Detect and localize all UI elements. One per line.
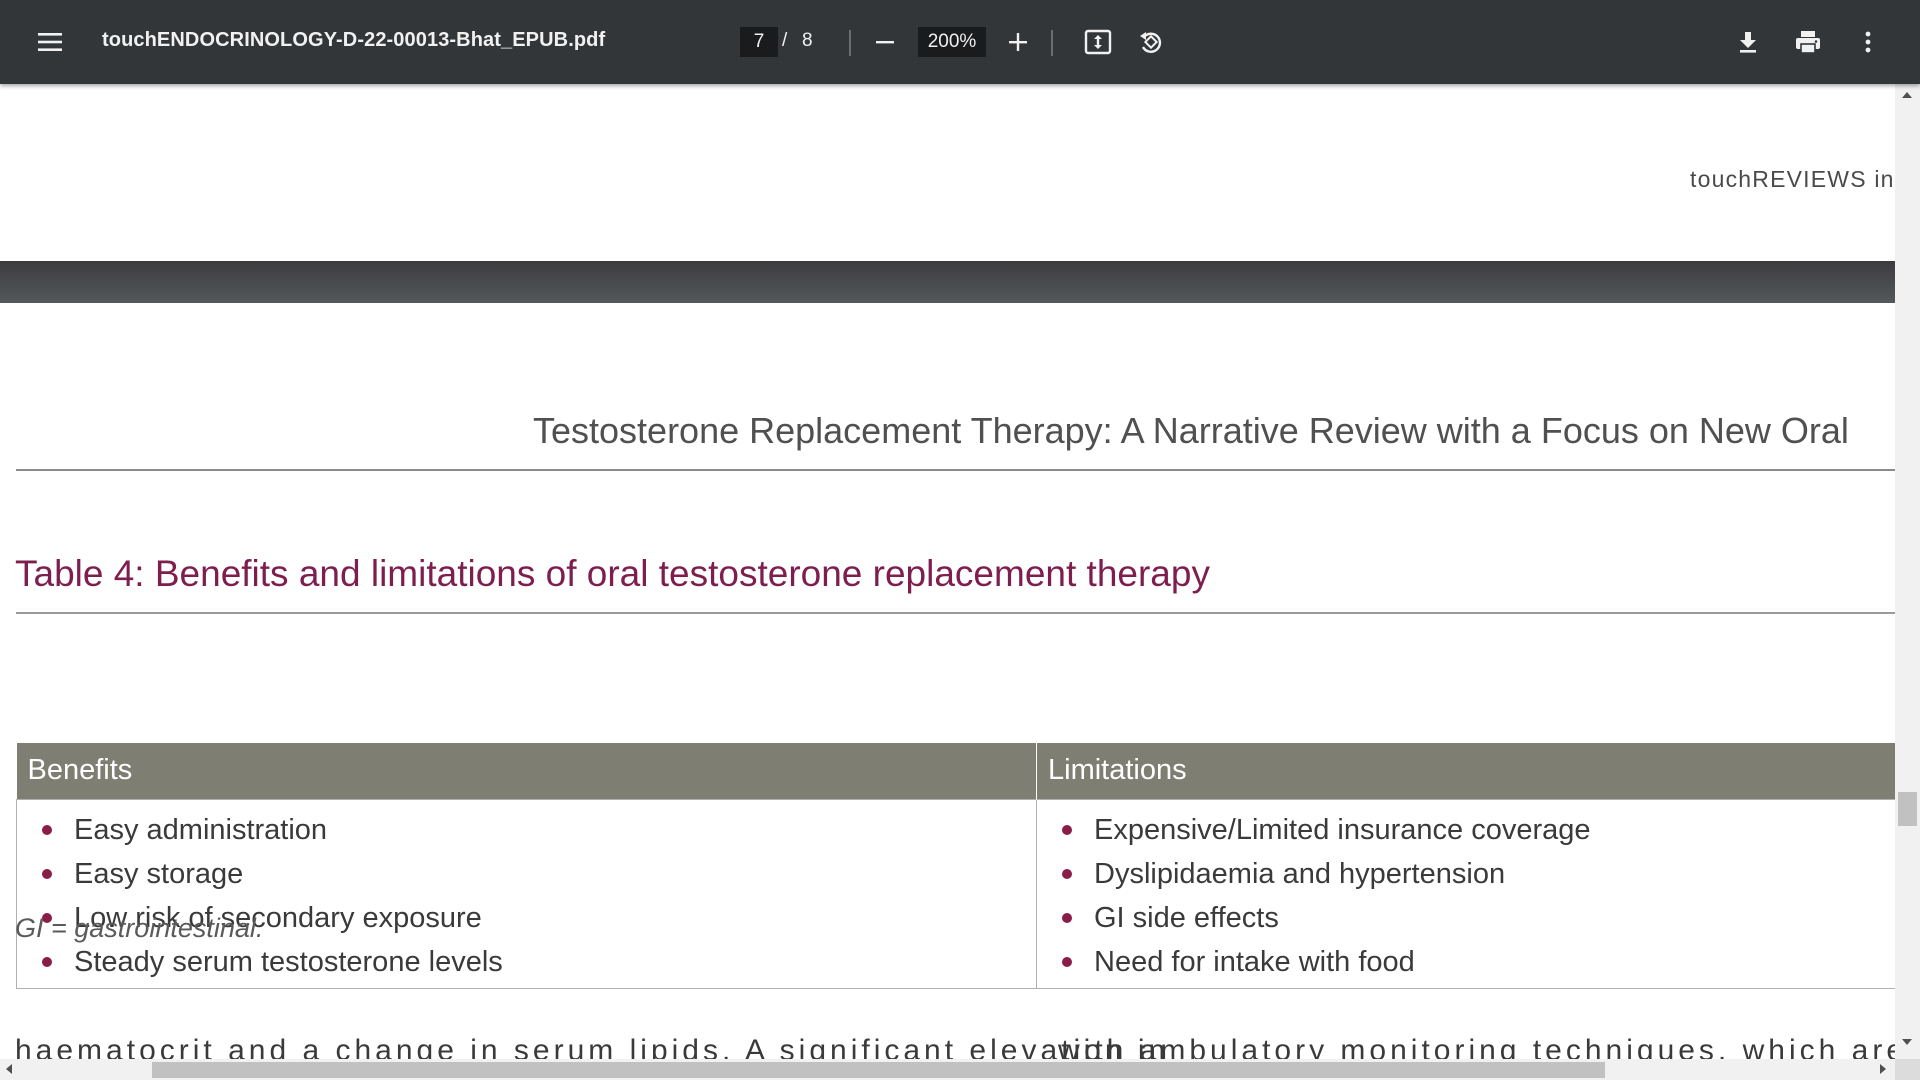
benefits-limitations-table: Benefits Limitations Easy administration…: [16, 743, 1895, 989]
page-header-band: [0, 261, 1895, 303]
bullet-icon: [42, 868, 52, 879]
table-title: Table 4: Benefits and limitations of ora…: [15, 553, 1210, 594]
benefits-cell: Easy administration Easy storage Low ris…: [16, 798, 1037, 989]
menu-icon[interactable]: [30, 22, 70, 62]
list-item: Expensive/Limited insurance coverage: [1037, 808, 1895, 852]
more-options-icon[interactable]: [1848, 22, 1888, 62]
column-header-benefits: Benefits: [16, 743, 1037, 799]
bullet-icon: [1062, 956, 1072, 967]
bullet-icon: [1062, 912, 1072, 923]
bullet-icon: [42, 824, 52, 835]
toolbar-divider: [849, 30, 851, 56]
list-item: Need for intake with food: [1037, 940, 1895, 984]
zoom-level-input[interactable]: 200%: [918, 27, 986, 57]
list-item: GI side effects: [1037, 896, 1895, 940]
list-item: Easy administration: [17, 808, 1036, 852]
scroll-down-icon[interactable]: [1902, 1039, 1912, 1045]
table-title-rule: [16, 612, 1895, 614]
zoom-out-icon[interactable]: [865, 22, 905, 62]
list-item: Steady serum testosterone levels: [17, 940, 1036, 984]
file-name: touchENDOCRINOLOGY-D-22-00013-Bhat_EPUB.…: [102, 29, 606, 51]
page-total: 8: [802, 30, 813, 51]
bullet-icon: [1062, 868, 1072, 879]
column-header-limitations: Limitations: [1036, 743, 1895, 799]
bullet-icon: [1062, 824, 1072, 835]
table-footnote: GI = gastrointestinal.: [15, 913, 264, 943]
limitations-list: Expensive/Limited insurance coverage Dys…: [1037, 808, 1895, 984]
zoom-in-icon[interactable]: [998, 22, 1038, 62]
print-icon[interactable]: [1788, 22, 1828, 62]
benefits-list: Easy administration Easy storage Low ris…: [17, 808, 1036, 984]
limitations-cell: Expensive/Limited insurance coverage Dys…: [1036, 798, 1895, 989]
pdf-toolbar: touchENDOCRINOLOGY-D-22-00013-Bhat_EPUB.…: [0, 0, 1920, 84]
list-item: Dyslipidaemia and hypertension: [1037, 852, 1895, 896]
horizontal-scrollbar[interactable]: [0, 1059, 1895, 1080]
journal-header-text: touchREVIEWS in: [1690, 166, 1895, 192]
scroll-left-icon[interactable]: [6, 1064, 12, 1074]
fit-page-icon[interactable]: [1078, 22, 1118, 62]
page-separator: /: [782, 30, 788, 51]
horizontal-scroll-thumb[interactable]: [152, 1062, 1605, 1078]
vertical-scroll-thumb[interactable]: [1898, 792, 1917, 826]
scrollbar-corner: [1895, 1059, 1920, 1080]
title-rule: [16, 469, 1895, 471]
running-title: Testosterone Replacement Therapy: A Narr…: [533, 410, 1849, 451]
toolbar-divider: [1051, 30, 1053, 56]
journal-header: touchREVIEWS inE: [1690, 166, 1895, 193]
scroll-up-icon[interactable]: [1902, 92, 1912, 98]
rotate-icon[interactable]: [1131, 22, 1171, 62]
bullet-icon: [42, 956, 52, 967]
pdf-viewport[interactable]: touchREVIEWS inE Testosterone Replacemen…: [0, 84, 1895, 1079]
scroll-right-icon[interactable]: [1880, 1064, 1886, 1074]
vertical-scrollbar[interactable]: [1895, 84, 1920, 1059]
list-item: Easy storage: [17, 852, 1036, 896]
page-number-input[interactable]: 7: [740, 27, 778, 57]
download-icon[interactable]: [1728, 22, 1768, 62]
